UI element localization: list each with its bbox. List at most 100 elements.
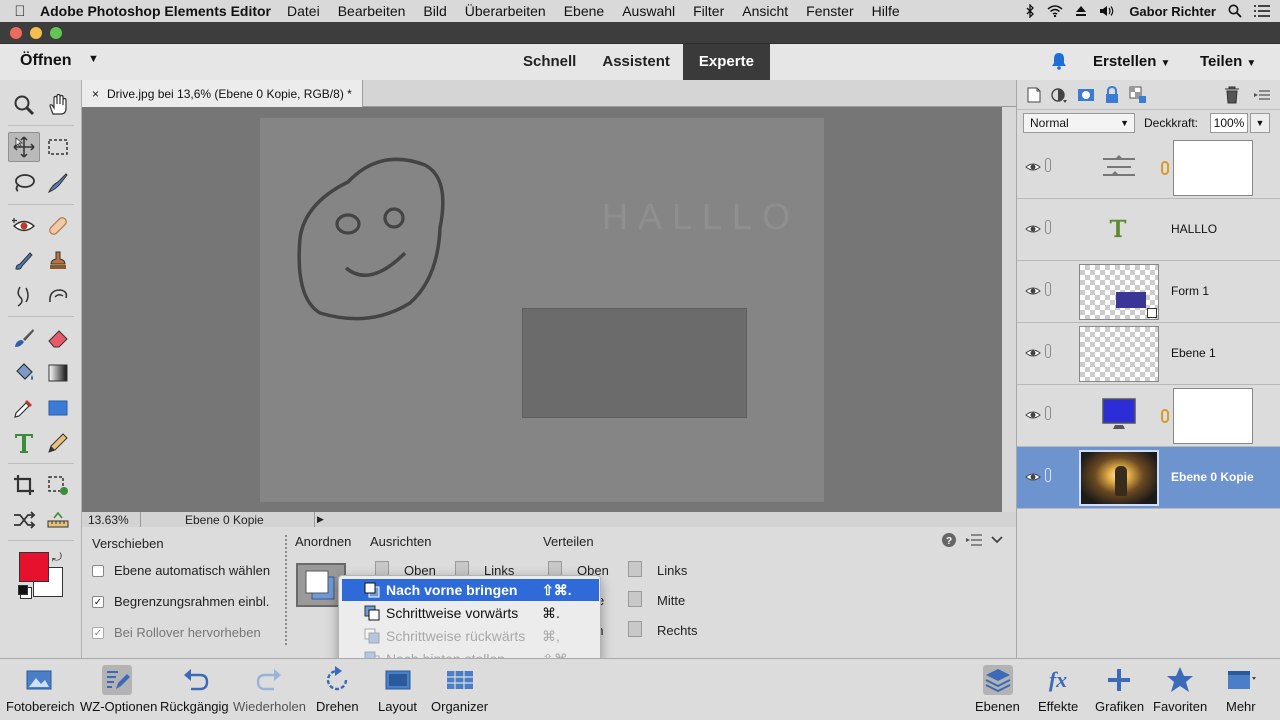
content-aware-move-icon[interactable] xyxy=(8,505,40,535)
layer-thumbnail-photo[interactable] xyxy=(1079,450,1159,506)
visibility-eye-icon[interactable] xyxy=(1025,221,1041,237)
layer-row-text[interactable]: HALLLO xyxy=(1017,199,1280,261)
share-menu-button[interactable]: Teilen ▼ xyxy=(1200,53,1256,70)
notification-list-icon[interactable] xyxy=(1254,5,1270,17)
add-layer-mask-icon[interactable] xyxy=(1077,86,1095,104)
distribute-left-label[interactable]: Links xyxy=(657,563,687,578)
mask-link-chain-icon[interactable] xyxy=(1161,161,1169,175)
menu-ueberarbeiten[interactable]: Überarbeiten xyxy=(465,3,546,19)
wifi-icon[interactable] xyxy=(1047,5,1063,17)
smart-brush-icon[interactable] xyxy=(8,246,40,276)
blend-mode-select[interactable]: Normal ▼ xyxy=(1023,113,1135,133)
current-user[interactable]: Gabor Richter xyxy=(1129,4,1216,19)
layer-row-levels[interactable] xyxy=(1017,137,1280,199)
lock-all-icon[interactable] xyxy=(1103,86,1121,104)
document-image[interactable]: HALLLO xyxy=(260,118,824,502)
pencil-tool-icon[interactable] xyxy=(42,428,74,458)
graphics-button[interactable]: Grafiken xyxy=(1090,659,1148,720)
layer-link-icon[interactable] xyxy=(1045,344,1051,358)
collapse-panel-icon[interactable] xyxy=(991,536,1003,544)
brush-tool-icon[interactable] xyxy=(8,323,40,353)
layer-link-icon[interactable] xyxy=(1045,468,1051,482)
visibility-eye-icon[interactable] xyxy=(1025,407,1041,423)
eraser-tool-icon[interactable] xyxy=(42,323,74,353)
layer-row-pixel[interactable]: Ebene 1 xyxy=(1017,323,1280,385)
swap-colors-icon[interactable]: ⤾ xyxy=(52,550,62,565)
layers-panel-button[interactable]: Ebenen xyxy=(970,659,1026,720)
volume-icon[interactable] xyxy=(1099,5,1117,17)
layer-mask-thumbnail[interactable] xyxy=(1173,388,1253,444)
delete-layer-icon[interactable] xyxy=(1223,86,1241,104)
eject-icon[interactable] xyxy=(1075,5,1087,17)
canvas-area[interactable]: HALLLO xyxy=(82,107,1002,512)
zoom-tool-icon[interactable] xyxy=(8,90,40,120)
default-colors-icon[interactable] xyxy=(18,585,28,595)
layer-link-icon[interactable] xyxy=(1045,406,1051,420)
foreground-color-swatch[interactable] xyxy=(19,552,49,582)
mask-link-chain-icon[interactable] xyxy=(1161,409,1169,423)
mode-quick-tab[interactable]: Schnell xyxy=(510,44,589,80)
distribute-left-icon[interactable] xyxy=(628,561,642,577)
visibility-eye-icon[interactable] xyxy=(1025,159,1041,175)
layer-thumbnail[interactable] xyxy=(1079,326,1159,382)
straighten-tool-icon[interactable] xyxy=(42,505,74,535)
visibility-eye-icon[interactable] xyxy=(1025,345,1041,361)
new-fill-adjustment-icon[interactable] xyxy=(1050,86,1068,104)
organizer-button[interactable]: Organizer xyxy=(428,659,492,720)
open-dropdown-icon[interactable]: ▼ xyxy=(88,53,99,65)
visibility-eye-icon[interactable] xyxy=(1025,469,1041,485)
favorites-button[interactable]: Favoriten xyxy=(1150,659,1210,720)
distribute-center-icon[interactable] xyxy=(628,591,642,607)
photo-bin-button[interactable]: Fotobereich xyxy=(4,659,75,720)
layer-link-icon[interactable] xyxy=(1045,282,1051,296)
vertical-scrollbar[interactable] xyxy=(1002,107,1016,512)
menu-bring-forward[interactable]: Schrittweise vorwärts ⌘. xyxy=(342,602,599,624)
opacity-dropdown-icon[interactable]: ▼ xyxy=(1250,113,1270,133)
help-icon[interactable]: ? xyxy=(942,533,956,547)
auto-select-layer-checkbox[interactable] xyxy=(92,565,104,577)
lock-transparent-pixels-icon[interactable] xyxy=(1129,86,1147,104)
notification-bell-icon[interactable] xyxy=(1050,52,1068,70)
mode-guided-tab[interactable]: Assistent xyxy=(589,44,683,80)
create-menu-button[interactable]: Erstellen ▼ xyxy=(1093,53,1170,70)
red-eye-tool-icon[interactable] xyxy=(8,211,40,241)
new-layer-icon[interactable] xyxy=(1025,86,1043,104)
bluetooth-icon[interactable] xyxy=(1025,4,1035,18)
apple-menu-icon[interactable]:  xyxy=(0,3,40,20)
distribute-center-label[interactable]: Mitte xyxy=(657,593,685,608)
document-tab[interactable]: × Drive.jpg bei 13,6% (Ebene 0 Kopie, RG… xyxy=(82,80,363,107)
menu-auswahl[interactable]: Auswahl xyxy=(622,3,675,19)
visibility-eye-icon[interactable] xyxy=(1025,283,1041,299)
sponge-tool-icon[interactable] xyxy=(42,281,74,311)
open-button[interactable]: Öffnen xyxy=(20,52,72,70)
menu-ansicht[interactable]: Ansicht xyxy=(742,3,788,19)
shape-layer-rectangle[interactable] xyxy=(522,308,747,418)
lasso-tool-icon[interactable] xyxy=(8,168,40,198)
layer-thumbnail[interactable] xyxy=(1079,264,1159,320)
effects-button[interactable]: fx Effekte xyxy=(1032,659,1084,720)
rollover-highlight-checkbox[interactable]: ✓ xyxy=(92,627,104,639)
window-zoom-button[interactable] xyxy=(50,27,62,39)
menu-filter[interactable]: Filter xyxy=(693,3,724,19)
menu-datei[interactable]: Datei xyxy=(287,3,320,19)
eyedropper-icon[interactable] xyxy=(8,393,40,423)
gradient-tool-icon[interactable] xyxy=(42,358,74,388)
layer-link-icon[interactable] xyxy=(1045,220,1051,234)
layer-row-hue-adjustment[interactable] xyxy=(1017,385,1280,447)
blur-tool-icon[interactable] xyxy=(8,281,40,311)
status-menu-arrow-icon[interactable]: ▶ xyxy=(314,512,326,527)
panel-menu-icon[interactable] xyxy=(966,534,982,546)
opacity-input[interactable]: 100% xyxy=(1210,113,1248,133)
hand-tool-icon[interactable] xyxy=(42,90,74,120)
paint-bucket-icon[interactable] xyxy=(8,358,40,388)
clone-stamp-icon[interactable] xyxy=(42,246,74,276)
layer-row-shape[interactable]: Form 1 xyxy=(1017,261,1280,323)
recompose-tool-icon[interactable] xyxy=(42,470,74,500)
crop-tool-icon[interactable] xyxy=(8,470,40,500)
layers-panel-menu-icon[interactable] xyxy=(1253,86,1271,104)
mode-expert-tab[interactable]: Experte xyxy=(682,44,770,80)
spot-healing-icon[interactable] xyxy=(42,211,74,241)
tool-options-button[interactable]: WZ-Optionen xyxy=(80,659,157,720)
menu-hilfe[interactable]: Hilfe xyxy=(872,3,900,19)
layer-link-icon[interactable] xyxy=(1045,158,1051,172)
